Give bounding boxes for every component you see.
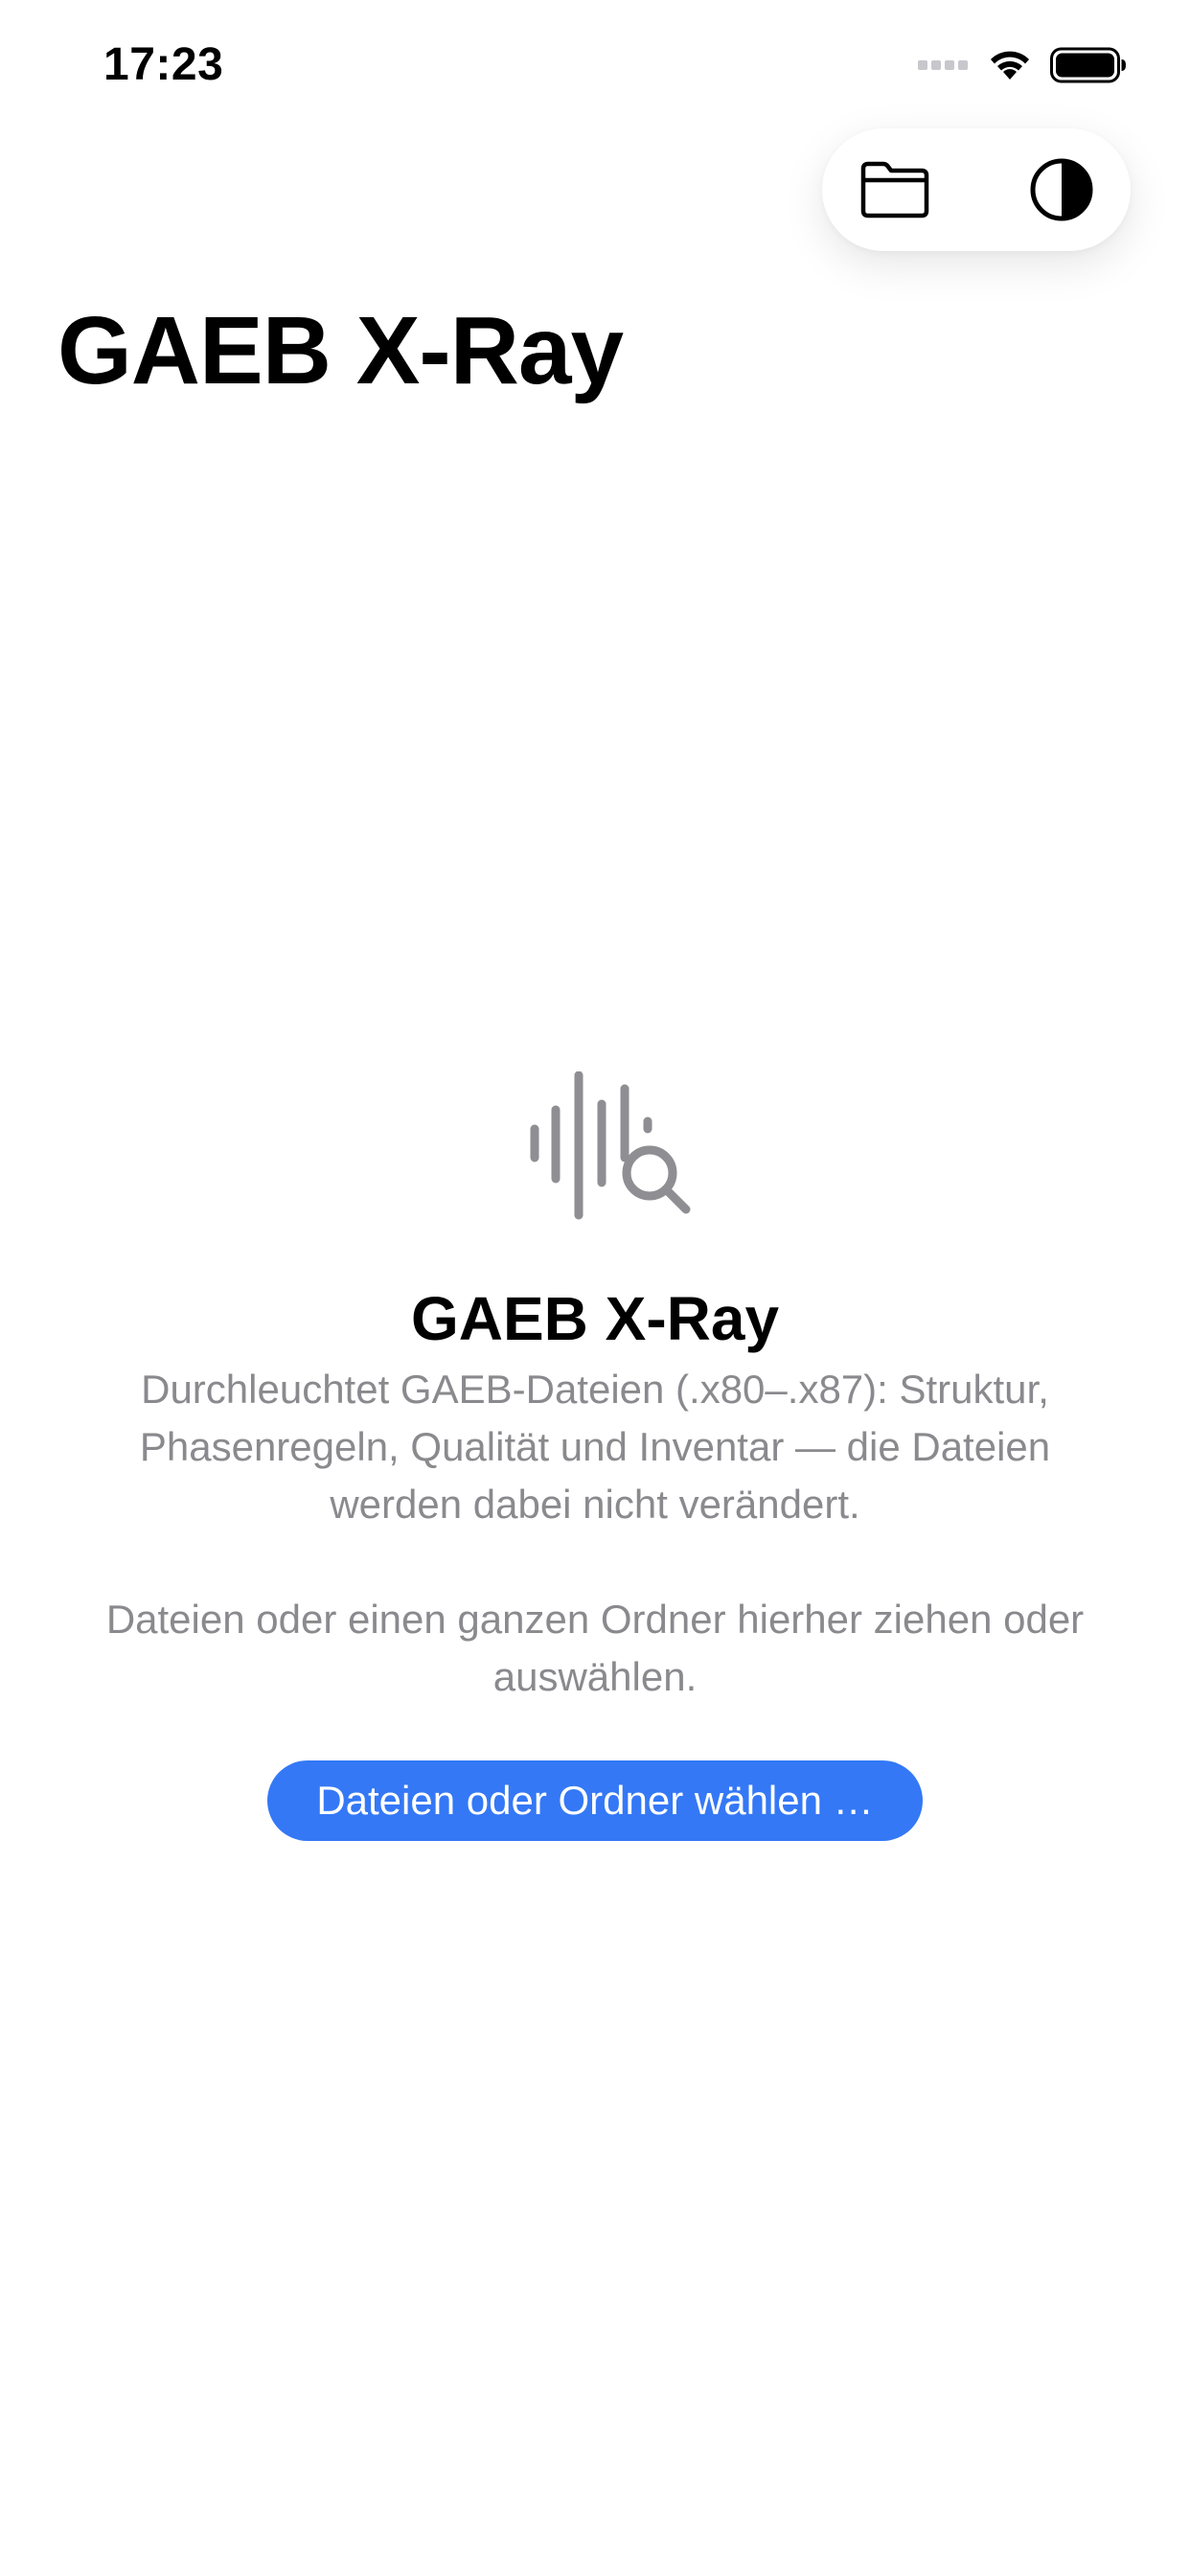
toolbar [822,128,1131,251]
battery-icon [1050,47,1126,83]
open-files-button[interactable] [857,151,933,228]
contrast-icon [1030,158,1093,221]
waveform-magnifyingglass-icon [530,1071,691,1220]
appearance-toggle-button[interactable] [1023,151,1100,228]
status-indicators [918,44,1127,86]
empty-state-title: GAEB X-Ray [410,1284,780,1353]
wifi-icon [991,51,1029,80]
empty-state-hint: Dateien oder einen ganzen Ordner hierher… [105,1597,1085,1699]
cellular-signal-icon [918,60,972,70]
folder-icon [860,161,929,218]
empty-state-description: Durchleuchtet GAEB-Dateien (.x80–.x87): … [139,1367,1051,1527]
status-bar: 17:23 [0,0,1190,134]
choose-files-button[interactable]: Dateien oder Ordner wählen … [267,1760,923,1841]
page-title: GAEB X-Ray [57,297,624,404]
status-time: 17:23 [103,39,224,90]
